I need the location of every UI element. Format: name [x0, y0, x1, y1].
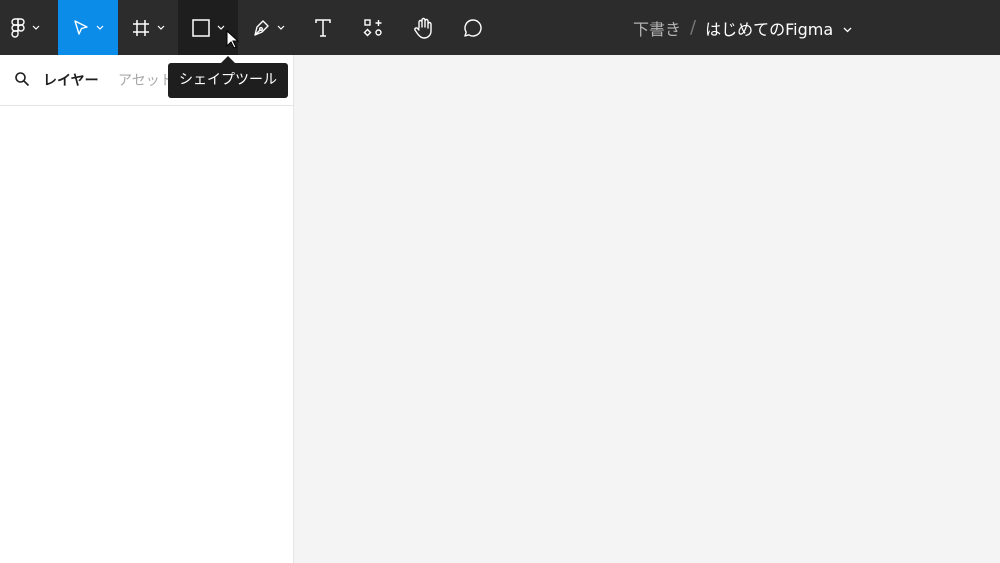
chevron-down-icon: [96, 25, 104, 30]
frame-tool-button[interactable]: [118, 0, 178, 55]
mouse-cursor-icon: [226, 29, 240, 54]
tab-layers[interactable]: レイヤー: [43, 70, 99, 90]
figma-logo-icon: [10, 17, 26, 38]
chevron-down-icon: [32, 25, 40, 30]
hand-tool-button[interactable]: [398, 0, 448, 55]
resources-button[interactable]: [348, 0, 398, 55]
left-sidebar: レイヤー アセット: [0, 55, 294, 563]
comment-tool-button[interactable]: [448, 0, 498, 55]
file-title: 下書き / はじめてのFigma: [633, 0, 852, 55]
shape-tool-tooltip: シェイプツール: [168, 63, 288, 98]
tooltip-arrow: [221, 56, 235, 63]
chevron-down-icon: [277, 25, 285, 30]
frame-hash-icon: [131, 18, 151, 38]
search-icon[interactable]: [14, 71, 30, 91]
text-icon: [314, 18, 332, 38]
chevron-down-icon[interactable]: [843, 18, 852, 37]
chevron-down-icon: [157, 25, 165, 30]
rectangle-icon: [191, 18, 211, 38]
chevron-down-icon[interactable]: [217, 25, 225, 30]
resources-icon: [363, 18, 383, 38]
file-name[interactable]: はじめてのFigma: [705, 16, 833, 40]
toolbar: 下書き / はじめてのFigma: [0, 0, 1000, 55]
move-arrow-icon: [72, 19, 90, 37]
breadcrumb-separator: /: [690, 17, 697, 38]
pen-tool-button[interactable]: [238, 0, 298, 55]
move-tool-button[interactable]: [58, 0, 118, 55]
main-menu-button[interactable]: [0, 0, 50, 55]
text-tool-button[interactable]: [298, 0, 348, 55]
hand-icon: [412, 17, 434, 39]
comment-icon: [462, 17, 484, 39]
tab-assets[interactable]: アセット: [118, 70, 174, 90]
location-breadcrumb[interactable]: 下書き: [633, 16, 681, 40]
canvas[interactable]: [294, 55, 1000, 563]
pen-icon: [251, 18, 271, 38]
